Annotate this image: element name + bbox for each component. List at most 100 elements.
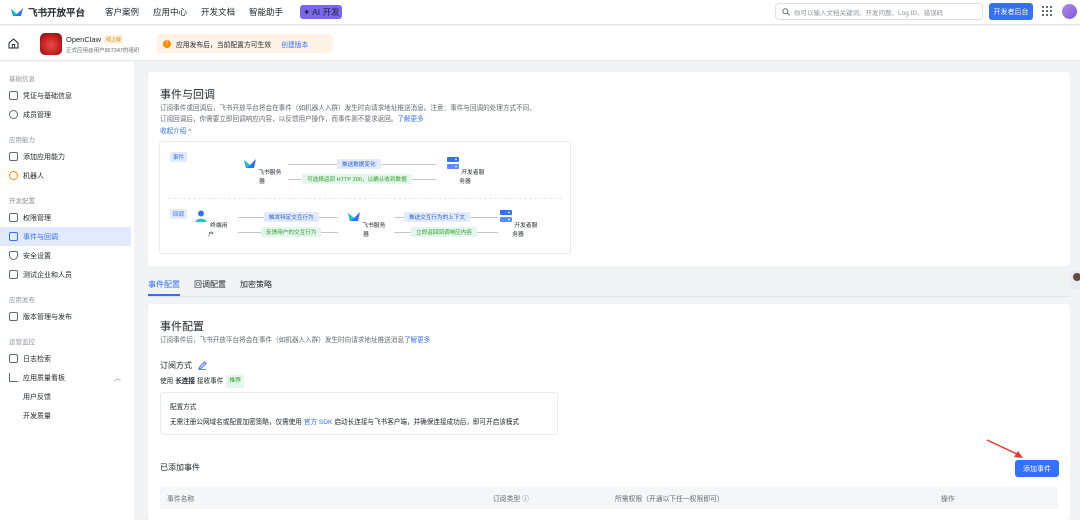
dev-server-node: 开发者服务器 xyxy=(443,156,487,185)
create-version-link[interactable]: 创建版本 xyxy=(281,39,308,49)
config-method-title: 配置方式 xyxy=(170,404,197,411)
search-placeholder: 你可以输入文档关键词、开发问题、Log ID、错误码 xyxy=(794,9,944,17)
sidebar-item-logs[interactable]: 日志检索 xyxy=(0,349,131,368)
intro-desc-line2: 订阅回调后，你需要立即回调响应内容，以反馈用户操作，而事件则不要求返回。 xyxy=(160,116,398,123)
subscription-mode-title: 订阅方式 xyxy=(160,361,192,370)
node-label: 飞书服务器 xyxy=(258,170,282,185)
sidebar-item-events-callbacks[interactable]: 事件与回调 xyxy=(0,227,131,246)
app-name-row: OpenClaw 线上版 xyxy=(66,35,124,44)
logo[interactable]: 飞书开放平台 xyxy=(10,5,92,19)
nav-dev-docs[interactable]: 开发文档 xyxy=(201,5,235,19)
app-icon xyxy=(40,33,62,55)
sidebar-group-title: 应用能力 xyxy=(9,136,35,144)
push-context-pill: 推送交互行为的上下文 xyxy=(404,212,470,222)
sidebar-item-label: 权限管理 xyxy=(23,214,51,222)
feedback-pill: 反馈用户的交互行为 xyxy=(261,227,322,237)
chart-icon xyxy=(9,373,18,382)
config-desc-prefix: 无需注册公网域名或配置加密策略，仅需使用 xyxy=(170,419,302,426)
col-event-name: 事件名称 xyxy=(167,496,195,503)
learn-more-link[interactable]: 了解更多 xyxy=(397,116,423,123)
sidebar: 基础信息 凭证与基础信息 成员管理 应用能力 添加应用能力 机器人 开发配置 权… xyxy=(0,62,134,520)
edit-icon[interactable] xyxy=(198,361,207,370)
sidebar-item-label: 凭证与基础信息 xyxy=(23,92,72,100)
server-icon xyxy=(499,210,512,222)
sidebar-item-label: 开发质量 xyxy=(23,412,51,420)
node-label: 开发者服务器 xyxy=(459,170,485,185)
home-icon[interactable] xyxy=(8,38,19,49)
nav-customer-cases[interactable]: 客户案例 xyxy=(105,5,139,19)
callback-flow: 回调 终端用户 触发特定交互行为 反馈用户的交互行为 飞书服务器 推送交互行为的… xyxy=(160,199,572,255)
nav-app-center[interactable]: 应用中心 xyxy=(153,5,187,19)
trigger-pill: 触发特定交互行为 xyxy=(264,212,319,222)
collapse-intro-link[interactable]: 收起介绍 ^ xyxy=(160,126,191,137)
event-config-desc: 订阅事件后，飞书开放平台将会在事件（如机器人入群）发生时向请求地址推送消息了解更… xyxy=(160,335,430,346)
ack-pill: 可选择返回 HTTP 200，以确认收到数据 xyxy=(302,174,412,184)
sidebar-item-credentials[interactable]: 凭证与基础信息 xyxy=(0,86,131,105)
push-change-pill: 推送数据变化 xyxy=(337,159,381,169)
apps-grid-icon[interactable] xyxy=(1042,6,1052,16)
bot-icon xyxy=(9,171,18,180)
sidebar-item-bot[interactable]: 机器人 xyxy=(0,166,131,185)
subscription-mode-row: 订阅方式 xyxy=(160,360,207,371)
event-icon xyxy=(9,232,18,241)
chevron-up-icon[interactable]: ︿ xyxy=(114,373,121,383)
added-events-title: 已添加事件 xyxy=(160,463,200,472)
learn-more-link[interactable]: 了解更多 xyxy=(404,337,430,344)
floating-helper-avatar[interactable] xyxy=(1070,270,1080,290)
red-arrow-annotation xyxy=(986,439,1023,458)
version-icon xyxy=(9,312,18,321)
return-response-pill: 立即返回回调响应内容 xyxy=(411,227,477,237)
tab-event-config[interactable]: 事件配置 xyxy=(148,279,180,296)
app-name: OpenClaw xyxy=(66,35,102,44)
sidebar-item-label: 机器人 xyxy=(23,172,44,180)
callback-label: 回调 xyxy=(170,209,188,219)
sidebar-item-label: 应用质量看板 xyxy=(23,374,65,382)
col-actions: 操作 xyxy=(941,496,955,503)
intro-description: 订阅事件或回调后，飞书开放平台将会在事件（如机器人入群）发生时向请求地址推送消息… xyxy=(160,103,580,125)
add-event-button[interactable]: 添加事件 xyxy=(1015,460,1059,477)
sidebar-group-title: 基础信息 xyxy=(9,75,35,83)
sidebar-item-quality-board[interactable]: 应用质量看板 ︿ xyxy=(0,368,131,387)
search-input[interactable]: 你可以输入文档关键词、开发问题、Log ID、错误码 xyxy=(775,3,983,20)
app-subtitle: 正式应用@用户867347的组织 xyxy=(66,48,140,54)
notice-text: 应用发布后，当前配置方可生效 xyxy=(176,41,272,49)
test-icon xyxy=(9,270,18,279)
col-permissions: 所需权限（开通以下任一权限即可） xyxy=(615,496,724,503)
dev-console-button[interactable]: 开发者后台 xyxy=(989,3,1033,20)
sidebar-item-add-capability[interactable]: 添加应用能力 xyxy=(0,147,131,166)
user-avatar[interactable] xyxy=(1062,4,1077,19)
node-label: 开发者服务器 xyxy=(512,223,538,238)
config-desc-suffix: 启动长连接与飞书客户端，并确保连接成功后，即可开启该模式 xyxy=(334,419,520,426)
nav-ai-assistant[interactable]: 智能助手 ✦ AI 开发 xyxy=(249,5,356,19)
sidebar-item-security[interactable]: 安全设置 xyxy=(0,246,131,265)
mode-value: 长连接 xyxy=(175,378,195,385)
sidebar-group-title: 运营监控 xyxy=(9,338,35,346)
shield-icon xyxy=(9,251,18,260)
user-icon xyxy=(195,210,207,222)
sidebar-item-permissions[interactable]: 权限管理 xyxy=(0,208,131,227)
official-sdk-link[interactable]: 官方 SDK xyxy=(304,419,333,426)
sidebar-item-label: 测试企业和人员 xyxy=(23,271,72,279)
config-method-desc: 无需注册公网域名或配置加密策略，仅需使用 官方 SDK 启动长连接与飞书客户端，并确… xyxy=(170,417,519,428)
sidebar-item-members[interactable]: 成员管理 xyxy=(0,105,131,124)
main-nav: 客户案例 应用中心 开发文档 智能助手 ✦ AI 开发 xyxy=(105,5,370,19)
log-icon xyxy=(9,354,18,363)
feishu-logo-icon xyxy=(243,159,256,168)
tab-encryption[interactable]: 加密策略 xyxy=(240,279,272,296)
grid-add-icon xyxy=(9,152,18,161)
tab-callback-config[interactable]: 回调配置 xyxy=(194,279,226,296)
sidebar-item-dev-quality[interactable]: 开发质量 xyxy=(0,406,131,425)
ai-badge: ✦ AI 开发 xyxy=(300,5,343,19)
mode-suffix: 接收事件 xyxy=(196,378,224,385)
nav-ai-assistant-label: 智能助手 xyxy=(249,7,284,17)
sidebar-group-title: 应用发布 xyxy=(9,296,35,304)
events-table-header: 事件名称 订阅类型 ⓘ 所需权限（开通以下任一权限即可） 操作 xyxy=(160,487,1058,509)
sidebar-item-user-feedback[interactable]: 用户反馈 xyxy=(0,387,131,406)
tabs-divider xyxy=(148,296,1070,297)
app-header: OpenClaw 线上版 正式应用@用户867347的组织 ! 应用发布后，当前… xyxy=(0,26,1080,61)
sidebar-item-versions[interactable]: 版本管理与发布 xyxy=(0,307,131,326)
feishu-logo-icon xyxy=(347,212,360,221)
event-config-title: 事件配置 xyxy=(160,321,204,333)
sidebar-item-test-org[interactable]: 测试企业和人员 xyxy=(0,265,131,284)
status-badge: 线上版 xyxy=(104,35,124,44)
